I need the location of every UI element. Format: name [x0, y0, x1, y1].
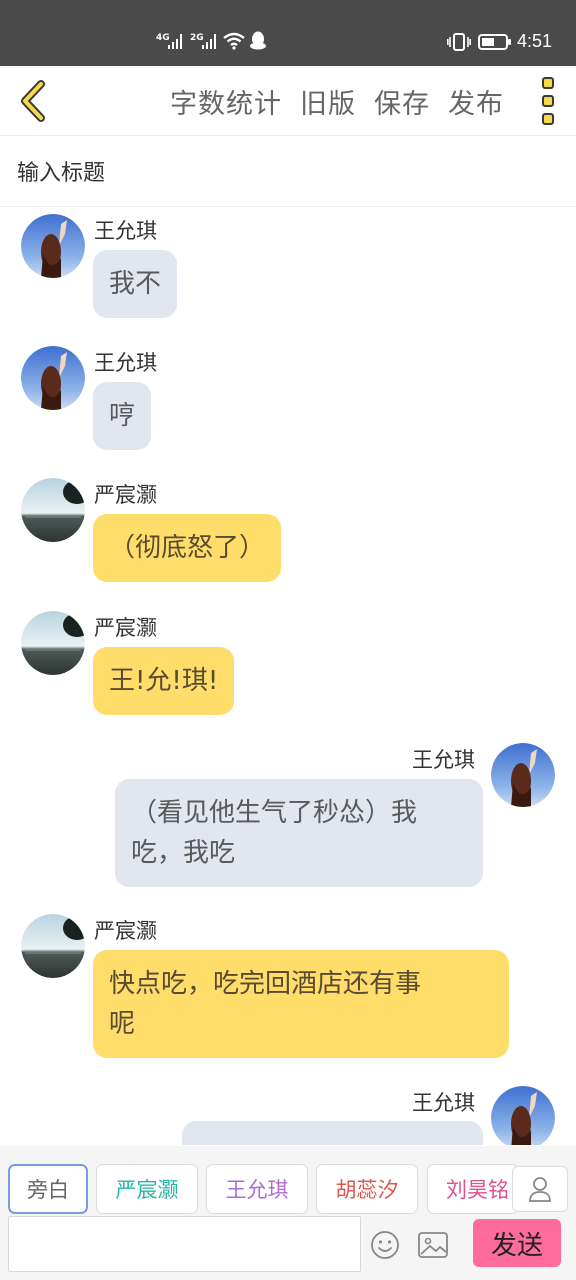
avatar-girl[interactable]: [21, 346, 85, 410]
message-bubble[interactable]: [182, 1121, 483, 1145]
message-bubble[interactable]: 快点吃，吃完回酒店还有事 呢: [93, 950, 509, 1058]
save-button[interactable]: 保存: [374, 82, 430, 121]
chat-area[interactable]: 王允琪 我不 王允琪 哼 严宸灏 （彻底怒了） 严宸灏 王!允!琪! 王允琪 （…: [0, 207, 576, 1145]
avatar-landscape[interactable]: [21, 611, 85, 675]
sender-name: 严宸灏: [94, 616, 157, 640]
qq-icon: [250, 31, 266, 50]
avatar-landscape-image: [21, 478, 85, 542]
title-input[interactable]: 输入标题: [17, 155, 105, 187]
title-row: 输入标题: [0, 137, 576, 207]
publish-button[interactable]: 发布: [448, 82, 504, 121]
status-bar: 4G 2G 4:51: [0, 0, 576, 66]
message-line: 吃，我吃: [131, 838, 236, 868]
network-type-1: 4G: [156, 33, 170, 43]
message-line: （看见他生气了秒怂）我: [131, 798, 418, 828]
avatar-girl-image: [491, 1086, 555, 1145]
role-liu[interactable]: 刘昊铭: [427, 1164, 519, 1214]
message-input[interactable]: [8, 1216, 361, 1272]
send-button[interactable]: 发送: [473, 1219, 561, 1267]
wifi-icon: [223, 32, 245, 50]
avatar-girl-image: [491, 743, 555, 807]
image-icon[interactable]: [417, 1230, 449, 1260]
person-icon: [529, 1177, 551, 1202]
emoji-icon[interactable]: [370, 1230, 400, 1260]
sender-name: 严宸灏: [94, 483, 157, 507]
message-line: 快点吃，吃完回酒店还有事: [109, 969, 422, 999]
avatar-landscape-image: [21, 611, 85, 675]
sender-name: 严宸灏: [94, 919, 157, 943]
add-role-button[interactable]: [512, 1166, 568, 1212]
avatar-landscape[interactable]: [21, 478, 85, 542]
avatar-girl-image: [21, 214, 85, 278]
message-bubble[interactable]: （彻底怒了）: [93, 514, 282, 582]
avatar-landscape[interactable]: [21, 914, 85, 978]
avatar-girl[interactable]: [491, 1086, 555, 1145]
avatar-girl-image: [21, 346, 85, 410]
editor-toolbar: 字数统计 旧版 保存 发布: [0, 66, 576, 136]
role-yan[interactable]: 严宸灏: [96, 1164, 198, 1214]
sender-name: 王允琪: [94, 351, 157, 375]
avatar-girl[interactable]: [491, 743, 555, 807]
word-count-button[interactable]: 字数统计: [170, 82, 282, 121]
network-type-2: 2G: [190, 33, 204, 43]
role-wang[interactable]: 王允琪: [206, 1164, 308, 1214]
message-bubble[interactable]: 哼: [93, 382, 152, 450]
role-hu[interactable]: 胡蕊汐: [316, 1164, 418, 1214]
message-line: 呢: [109, 1009, 136, 1039]
battery-icon: [478, 34, 511, 50]
avatar-landscape-image: [21, 914, 85, 978]
chevron-left-icon: [21, 80, 45, 122]
sender-name: 王允琪: [412, 748, 475, 772]
back-button[interactable]: [10, 76, 54, 126]
avatar-girl[interactable]: [21, 214, 85, 278]
role-selector: 旁白 严宸灏 王允琪 胡蕊汐 刘昊铭: [0, 1146, 576, 1216]
sender-name: 王允琪: [412, 1091, 475, 1115]
old-version-button[interactable]: 旧版: [300, 82, 356, 121]
input-bar: 发送: [0, 1216, 576, 1280]
message-bubble[interactable]: （看见他生气了秒怂）我 吃，我吃: [115, 779, 483, 887]
message-bubble[interactable]: 我不: [93, 250, 178, 318]
sender-name: 王允琪: [94, 219, 157, 243]
more-menu-icon[interactable]: [538, 77, 558, 125]
role-narrator[interactable]: 旁白: [8, 1164, 88, 1214]
vibrate-icon: [447, 33, 471, 51]
message-bubble[interactable]: 王!允!琪!: [93, 647, 235, 715]
clock: 4:51: [516, 31, 552, 51]
